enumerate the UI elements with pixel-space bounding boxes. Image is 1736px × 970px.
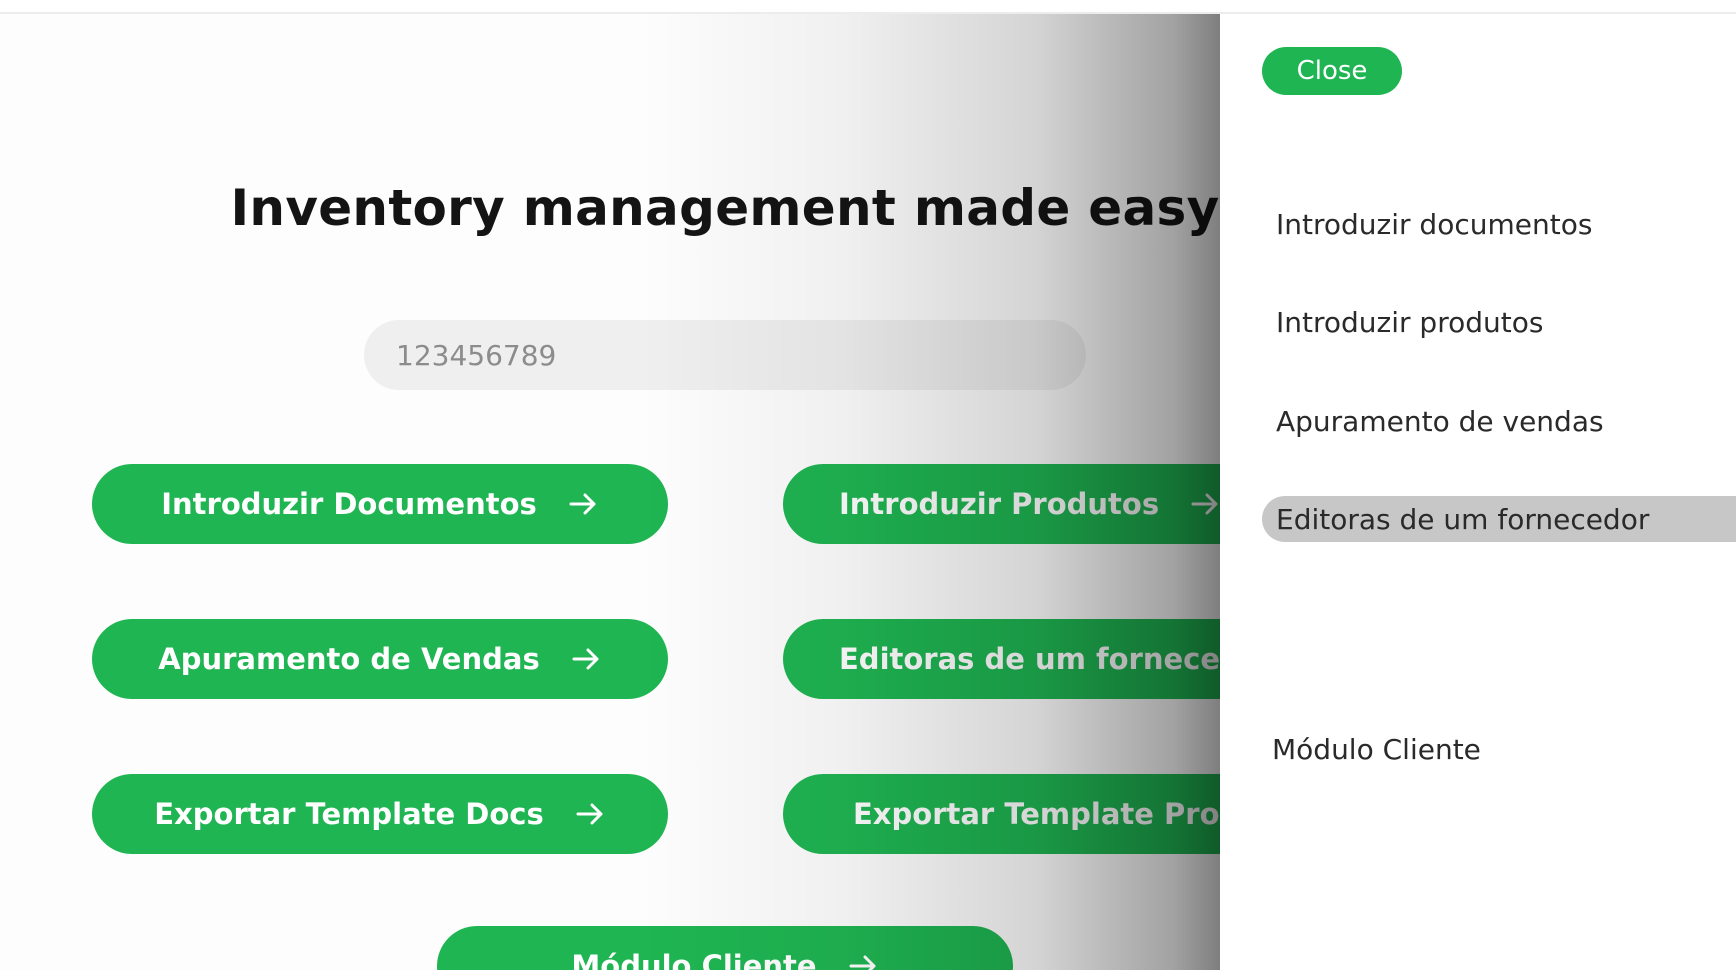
side-item-introduzir-produtos[interactable]: Introduzir produtos <box>1262 299 1543 345</box>
exportar-template-prods-button[interactable]: Exportar Template Prods <box>783 774 1220 854</box>
arrow-right-icon <box>849 955 876 970</box>
arrow-right-icon <box>572 648 599 670</box>
button-label: Editoras de um fornecedor <box>839 642 1220 676</box>
button-label: Apuramento de Vendas <box>158 642 540 676</box>
search-input[interactable] <box>364 320 1086 390</box>
arrow-right-icon <box>569 493 596 515</box>
button-label: Introduzir Produtos <box>839 487 1160 521</box>
side-item-apuramento-de-vendas[interactable]: Apuramento de vendas <box>1262 398 1604 444</box>
editoras-de-um-fornecedor-button[interactable]: Editoras de um fornecedor <box>783 619 1220 699</box>
button-label: Introduzir Documentos <box>161 487 537 521</box>
side-item-editoras-de-um-fornecedor[interactable]: Editoras de um fornecedor <box>1262 496 1736 542</box>
side-item-modulo-cliente[interactable]: Módulo Cliente <box>1258 726 1481 772</box>
page-title: Inventory management made easy <box>230 179 1220 237</box>
main-content: Inventory management made easy Introduzi… <box>0 14 1220 970</box>
arrow-right-icon <box>576 803 603 825</box>
page: Inventory management made easy Introduzi… <box>0 0 1736 970</box>
exportar-template-docs-button[interactable]: Exportar Template Docs <box>92 774 668 854</box>
button-label: Exportar Template Prods <box>853 797 1220 831</box>
arrow-right-icon <box>1191 493 1218 515</box>
modulo-cliente-button[interactable]: Módulo Cliente <box>437 926 1013 970</box>
button-label: Módulo Cliente <box>571 949 817 970</box>
introduzir-produtos-button[interactable]: Introduzir Produtos <box>783 464 1220 544</box>
side-item-introduzir-documentos[interactable]: Introduzir documentos <box>1262 201 1592 247</box>
button-label: Exportar Template Docs <box>154 797 544 831</box>
close-button[interactable]: Close <box>1262 47 1402 95</box>
side-panel: Close Introduzir documentos Introduzir p… <box>1220 14 1736 970</box>
apuramento-de-vendas-button[interactable]: Apuramento de Vendas <box>92 619 668 699</box>
introduzir-documentos-button[interactable]: Introduzir Documentos <box>92 464 668 544</box>
